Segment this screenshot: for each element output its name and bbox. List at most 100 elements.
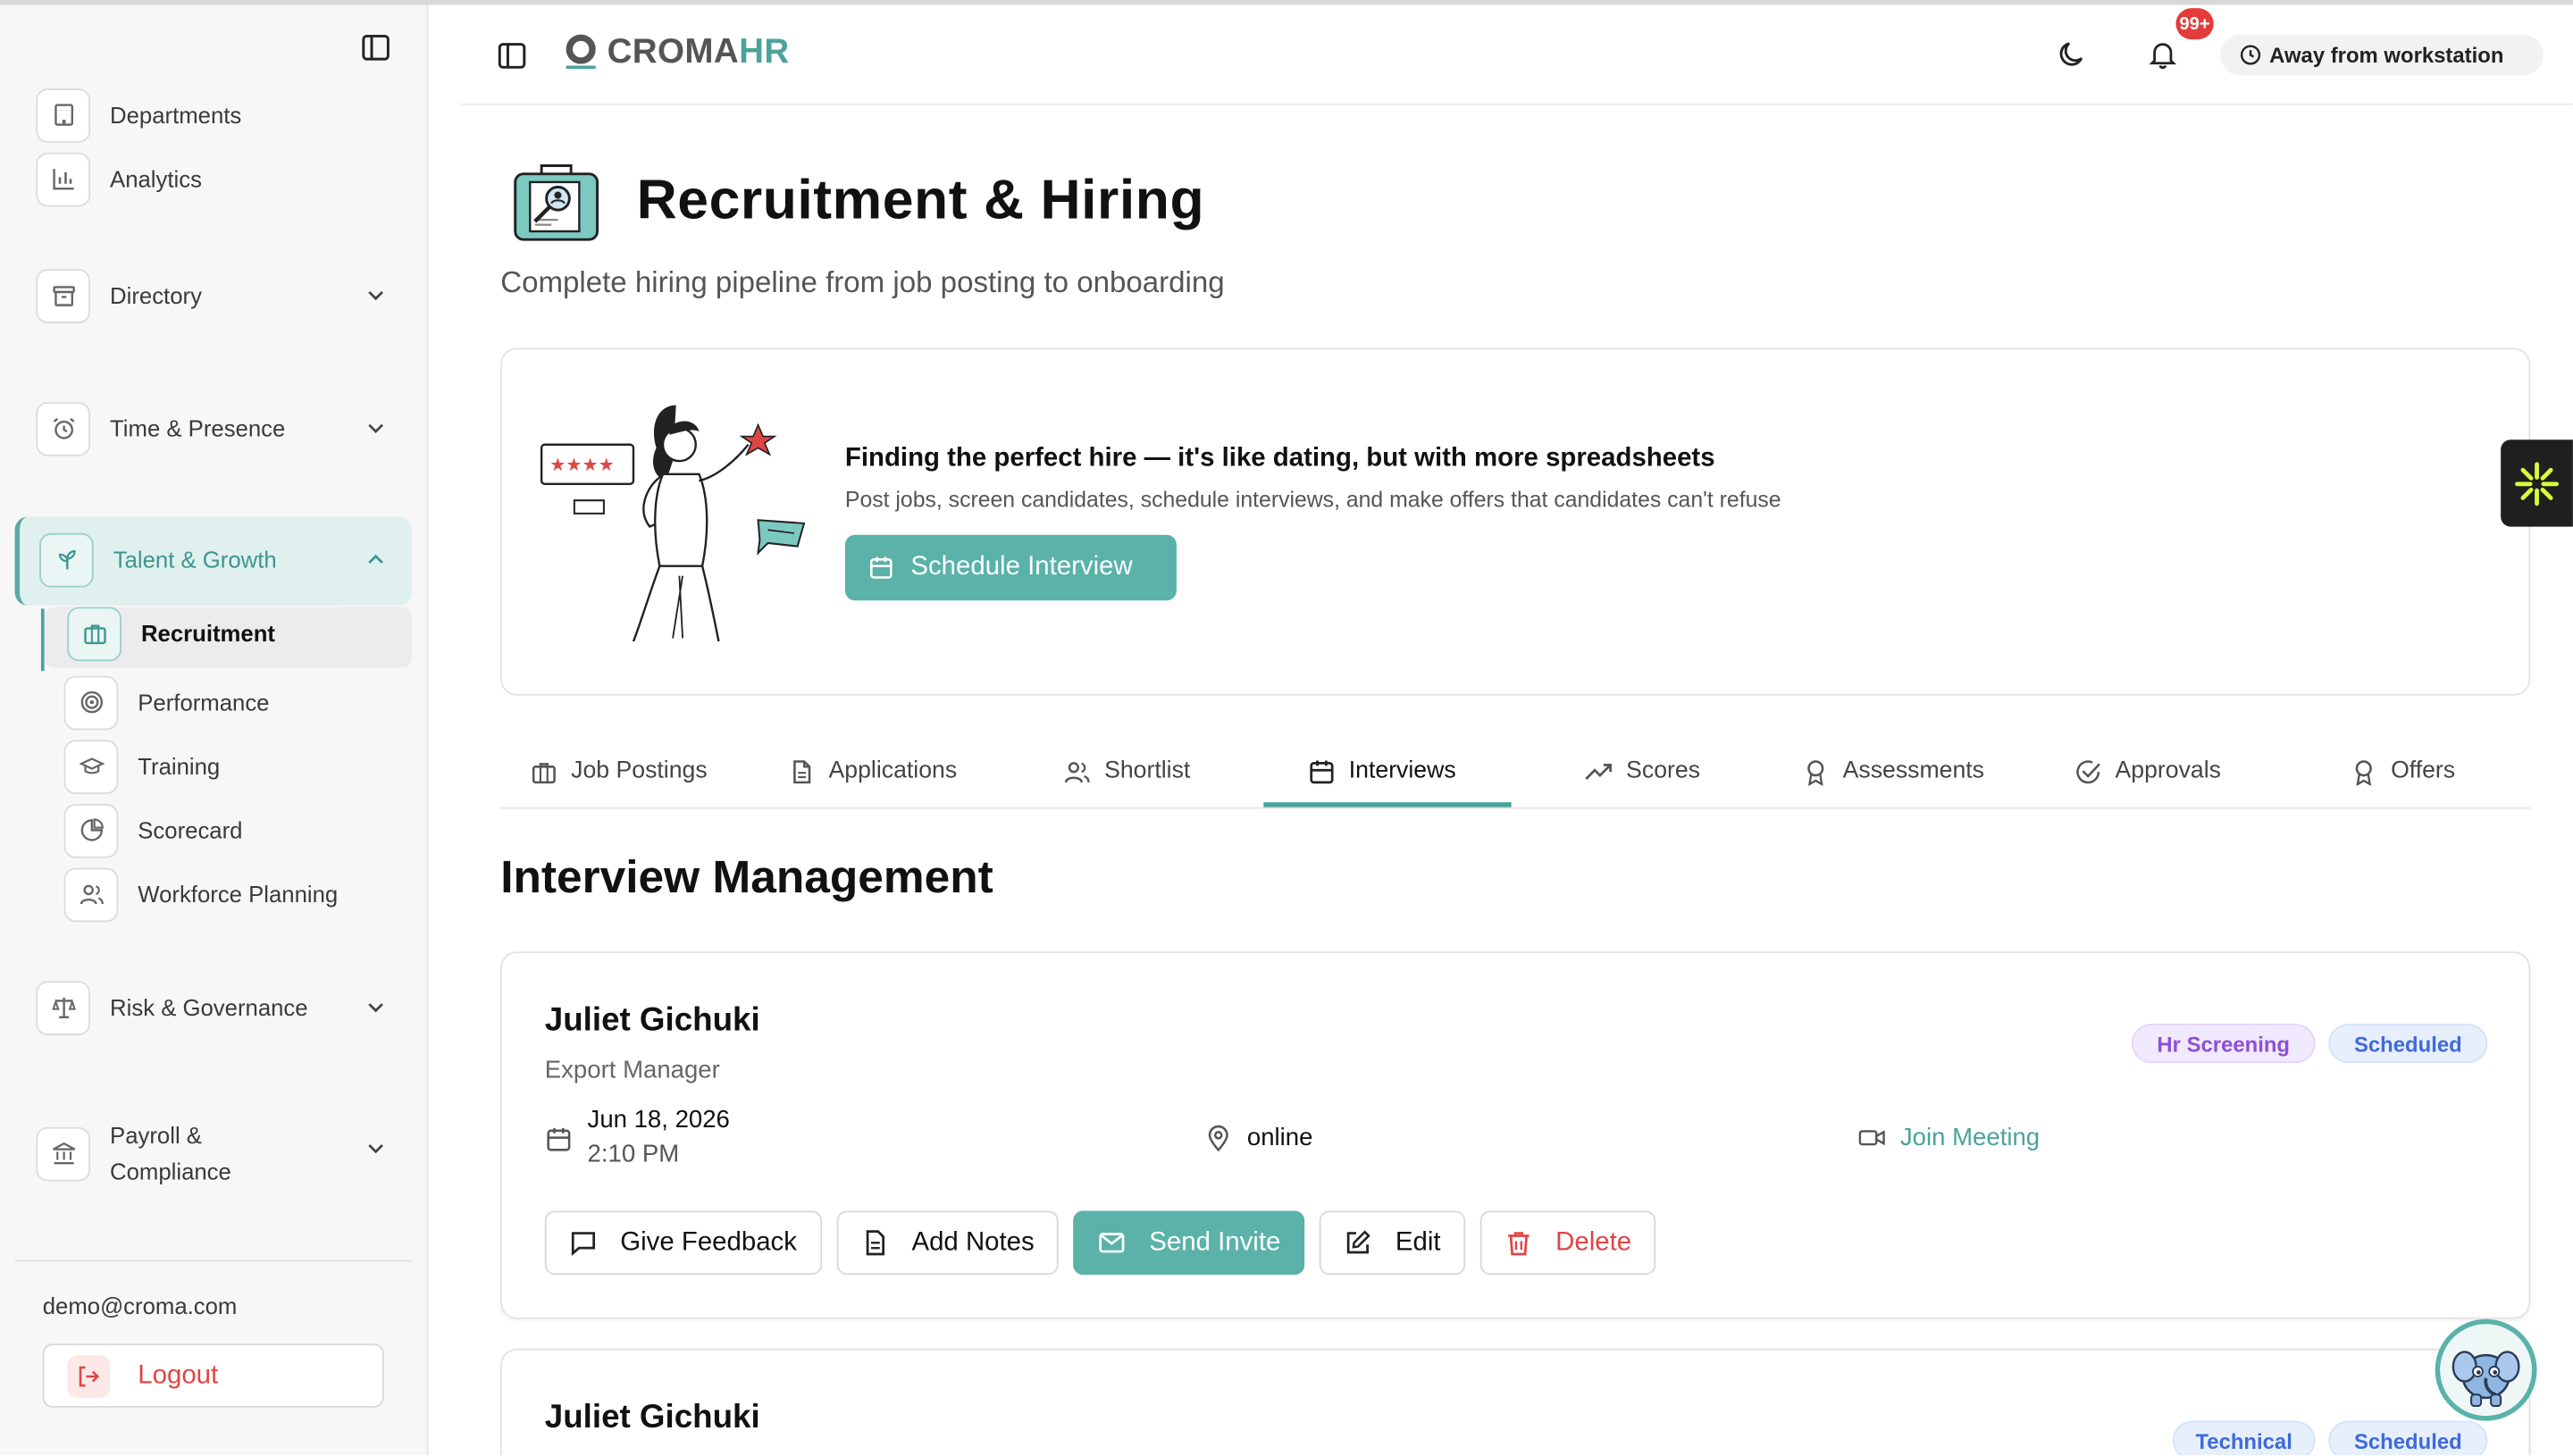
alarm-clock-icon xyxy=(36,401,91,456)
sidebar-item-directory[interactable]: Directory xyxy=(36,267,202,322)
chevron-down-icon[interactable] xyxy=(363,415,389,441)
give-feedback-button[interactable]: Give Feedback xyxy=(544,1210,822,1276)
sidebar-item-talent-growth[interactable]: Talent & Growth xyxy=(39,531,277,587)
bell-icon[interactable] xyxy=(2146,38,2179,71)
sidebar-toggle-icon[interactable] xyxy=(359,31,392,64)
calendar-icon xyxy=(870,556,893,579)
sidebar-item-label: Risk & Governance xyxy=(110,994,308,1021)
join-meeting-link[interactable]: Join Meeting xyxy=(1857,1124,2040,1151)
tab-label: Assessments xyxy=(1842,757,1985,784)
action-label: Edit xyxy=(1395,1227,1441,1256)
tab-label: Interviews xyxy=(1348,757,1456,784)
sub-item-indicator xyxy=(40,608,45,672)
sidebar-item-payroll-compliance[interactable]: Payroll & Compliance xyxy=(36,1117,273,1190)
logout-button[interactable]: Logout xyxy=(42,1343,384,1408)
tab-offers[interactable]: Offers xyxy=(2350,739,2455,804)
schedule-interview-label: Schedule Interview xyxy=(910,552,1133,582)
pie-chart-icon xyxy=(63,803,119,858)
award-icon xyxy=(1807,759,1824,785)
candidate-role: Export Manager xyxy=(544,1056,720,1085)
sidebar-item-label: Departments xyxy=(110,101,242,129)
action-label: Delete xyxy=(1555,1227,1632,1256)
sidebar-item-time-presence[interactable]: Time & Presence xyxy=(36,400,285,456)
interview-card: Juliet Gichuki Export Manager Hr Screeni… xyxy=(500,951,2531,1319)
chevron-up-icon[interactable] xyxy=(363,547,389,573)
interview-time: 2:10 PM xyxy=(587,1140,680,1168)
app-logo[interactable]: CROMA HR xyxy=(563,31,790,74)
interview-date: Jun 18, 2026 xyxy=(587,1105,730,1134)
sidebar-item-departments[interactable]: Departments xyxy=(36,87,241,142)
chevron-down-icon[interactable] xyxy=(363,282,389,308)
sidebar-subitem-performance[interactable]: Performance xyxy=(63,674,270,730)
sidebar: Departments Analytics Directory Time & P… xyxy=(0,4,429,1456)
send-invite-button[interactable]: Send Invite xyxy=(1073,1210,1305,1276)
edit-button[interactable]: Edit xyxy=(1320,1210,1466,1276)
schedule-interview-button[interactable]: Schedule Interview xyxy=(844,534,1177,601)
status-pill[interactable]: Away from workstation xyxy=(2220,34,2544,76)
calendar-icon xyxy=(547,1127,571,1151)
active-tab-indicator xyxy=(1263,802,1512,807)
action-label: Give Feedback xyxy=(620,1227,797,1256)
notification-badge[interactable]: 99+ xyxy=(2175,8,2214,40)
feedback-widget[interactable] xyxy=(2501,439,2573,527)
tab-job-postings[interactable]: Job Postings xyxy=(530,739,708,804)
action-label: Add Notes xyxy=(911,1227,1035,1256)
sidebar-item-label: Time & Presence xyxy=(110,414,286,442)
archive-icon xyxy=(36,268,91,322)
hero-title: Finding the perfect hire — it's like dat… xyxy=(844,444,1715,473)
sidebar-subitem-workforce-planning[interactable]: Workforce Planning xyxy=(63,866,339,922)
sidebar-subitem-training[interactable]: Training xyxy=(63,739,220,794)
sidebar-item-label: Analytics xyxy=(110,165,202,192)
sidebar-item-analytics[interactable]: Analytics xyxy=(36,151,202,206)
map-pin-icon xyxy=(1208,1125,1228,1152)
target-icon xyxy=(63,674,119,730)
sidebar-divider xyxy=(14,1259,413,1262)
sparkle-icon xyxy=(2515,461,2559,506)
interview-location: online xyxy=(1204,1124,1312,1151)
briefcase-icon xyxy=(532,762,556,783)
delete-button[interactable]: Delete xyxy=(1479,1210,1656,1276)
status-badge: Scheduled xyxy=(2328,1024,2488,1064)
assistant-mascot-button[interactable] xyxy=(2435,1318,2537,1421)
tab-label: Offers xyxy=(2391,757,2456,784)
edit-icon xyxy=(1347,1230,1371,1254)
hero-card: ★★★★ Finding the perfect hire — it's lik… xyxy=(500,347,2531,696)
mail-icon xyxy=(1099,1233,1126,1253)
sidebar-item-label: Payroll & Compliance xyxy=(110,1122,231,1185)
trending-up-icon xyxy=(1585,763,1612,780)
logout-icon xyxy=(67,1354,111,1397)
add-notes-button[interactable]: Add Notes xyxy=(835,1210,1060,1276)
status-text: Away from workstation xyxy=(2269,42,2504,68)
sidebar-subitem-scorecard[interactable]: Scorecard xyxy=(63,802,242,858)
tab-applications[interactable]: Applications xyxy=(788,739,957,804)
candidate-name: Juliet Gichuki xyxy=(544,1002,760,1039)
tab-interviews[interactable]: Interviews xyxy=(1308,739,1456,804)
tab-approvals[interactable]: Approvals xyxy=(2074,739,2221,804)
scale-icon xyxy=(36,980,91,1035)
action-label: Send Invite xyxy=(1149,1227,1281,1256)
sidebar-subitem-recruitment[interactable]: Recruitment xyxy=(67,606,275,661)
sidebar-item-label: Talent & Growth xyxy=(113,546,277,573)
video-icon xyxy=(1858,1130,1885,1146)
chevron-down-icon[interactable] xyxy=(363,1135,389,1161)
check-circle-icon xyxy=(2076,759,2100,783)
tab-scores[interactable]: Scores xyxy=(1583,739,1700,804)
file-icon xyxy=(793,759,811,783)
candidate-name: Juliet Gichuki xyxy=(544,1399,760,1436)
interview-datetime: Jun 18, 2026 2:10 PM xyxy=(545,1106,730,1168)
tab-label: Shortlist xyxy=(1104,757,1191,784)
graduation-cap-icon xyxy=(63,739,119,794)
sidebar-subitem-label: Workforce Planning xyxy=(138,881,339,908)
elephant-mascot-icon xyxy=(2451,1351,2520,1408)
trash-icon xyxy=(1508,1232,1530,1256)
calendar-icon xyxy=(1310,759,1334,783)
sidebar-item-risk-governance[interactable]: Risk & Governance xyxy=(36,980,308,1035)
dark-mode-icon[interactable] xyxy=(2056,38,2089,71)
interview-actions: Give Feedback Add Notes Send Invite Edit… xyxy=(544,1210,1671,1276)
svg-text:★★★★: ★★★★ xyxy=(549,454,614,475)
tab-shortlist[interactable]: Shortlist xyxy=(1063,739,1190,804)
message-square-icon xyxy=(571,1232,596,1256)
chevron-down-icon[interactable] xyxy=(363,994,389,1020)
tab-assessments[interactable]: Assessments xyxy=(1802,739,1984,804)
panel-toggle-icon[interactable] xyxy=(496,39,529,72)
